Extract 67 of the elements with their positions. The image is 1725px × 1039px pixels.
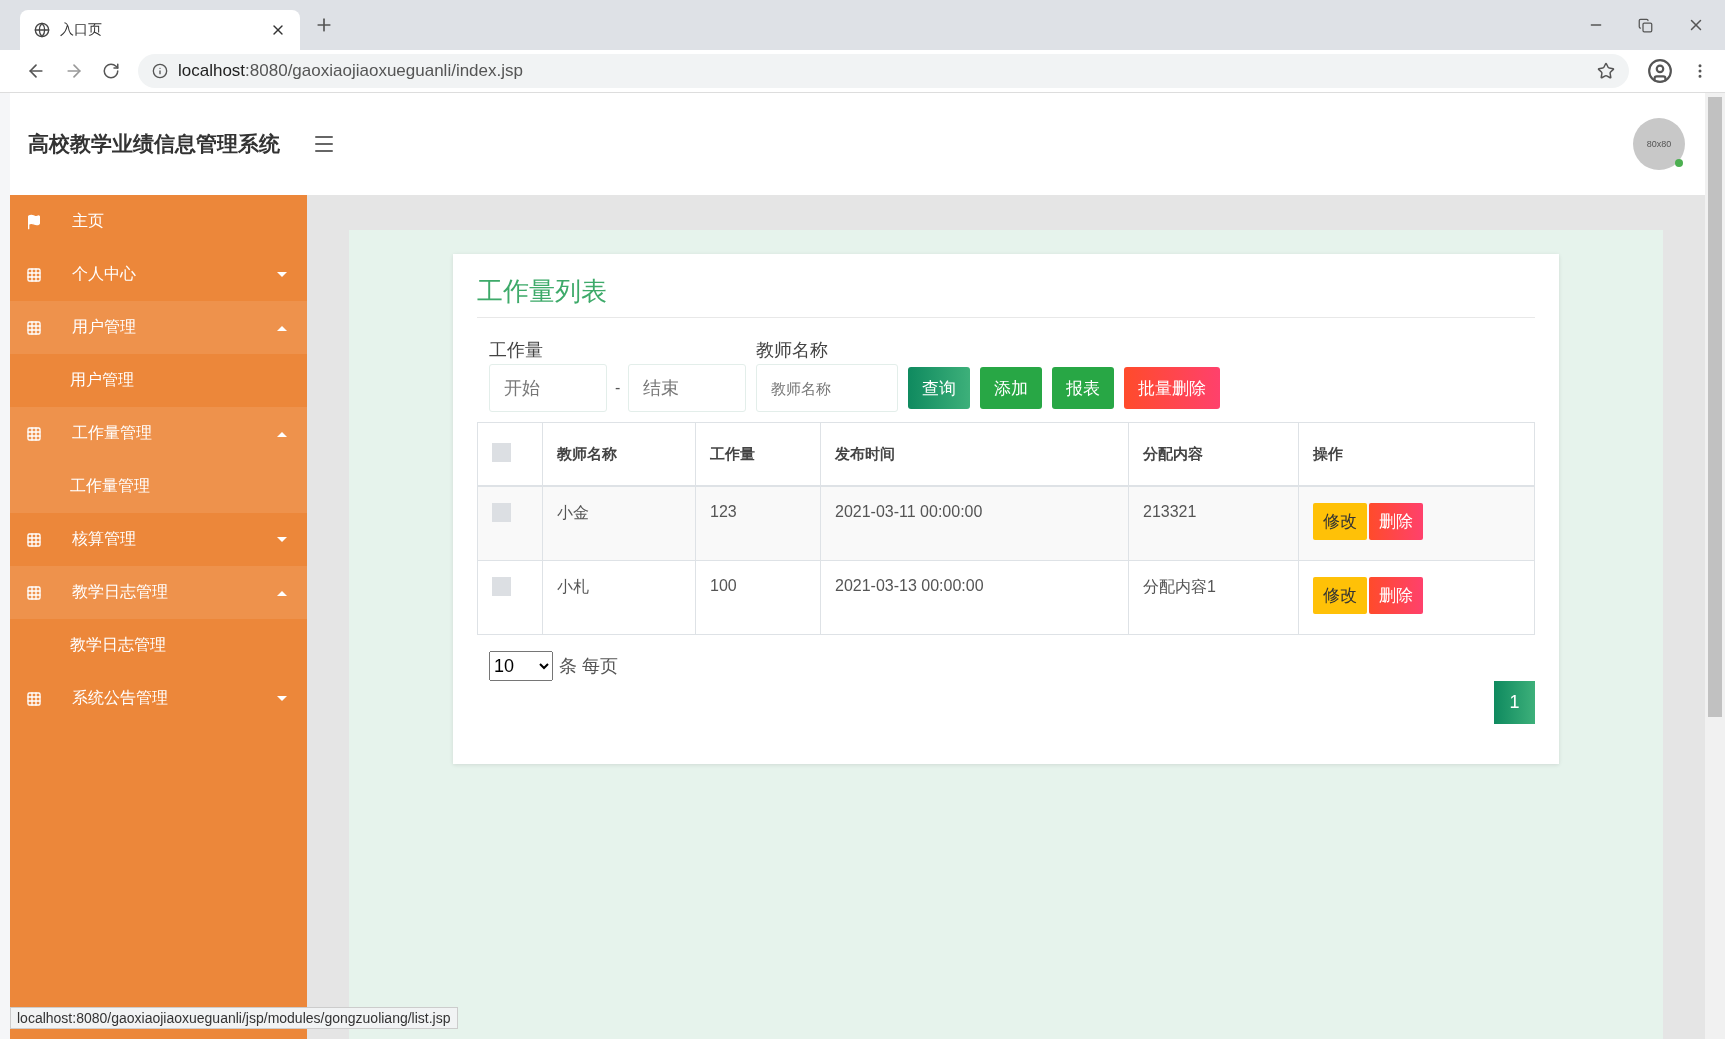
caret-icon xyxy=(277,695,287,702)
table-cell: 2021-03-13 00:00:00 xyxy=(820,560,1129,634)
sidebar-item[interactable]: 系统公告管理 xyxy=(10,672,307,725)
grid-icon xyxy=(26,319,42,336)
address-bar[interactable]: localhost:8080/gaoxiaojiaoxueguanli/index.jsp xyxy=(138,54,1629,88)
star-icon[interactable] xyxy=(1597,62,1615,80)
profile-button[interactable] xyxy=(1647,58,1673,84)
sidebar-subitem[interactable]: 工作量管理 xyxy=(10,460,307,513)
page-size-select[interactable]: 10 xyxy=(489,650,553,681)
table-cell: 2021-03-11 00:00:00 xyxy=(820,486,1129,560)
card-title: 工作量列表 xyxy=(477,274,1535,318)
checkbox[interactable] xyxy=(492,503,511,522)
info-icon xyxy=(152,63,168,79)
grid-icon xyxy=(26,531,42,548)
url-text: localhost:8080/gaoxiaojiaoxueguanli/index.jsp xyxy=(178,61,523,81)
checkbox[interactable] xyxy=(492,576,511,596)
sidebar-subitem[interactable]: 教学日志管理 xyxy=(10,619,307,672)
page-size-label: 条 每页 xyxy=(559,654,618,678)
table-cell: 123 xyxy=(695,486,821,560)
caret-icon xyxy=(277,536,287,543)
restore-button[interactable] xyxy=(1638,16,1653,34)
avatar[interactable]: 80x80 xyxy=(1633,118,1685,170)
table-cell: 分配内容1 xyxy=(1128,560,1299,634)
site-title: 高校教学业绩信息管理系统 xyxy=(28,131,280,157)
report-button[interactable]: 报表 xyxy=(1052,367,1115,409)
table-cell: 小金 xyxy=(542,486,696,560)
caret-icon xyxy=(277,430,287,437)
delete-button[interactable]: 删除 xyxy=(1369,503,1423,540)
reload-button[interactable] xyxy=(102,62,120,80)
table-cell: 100 xyxy=(695,560,821,634)
caret-icon xyxy=(277,324,287,331)
end-field[interactable]: 结束 xyxy=(628,364,747,412)
online-dot xyxy=(1675,159,1683,167)
sidebar-item[interactable]: 个人中心 xyxy=(10,248,307,301)
range-separator: - xyxy=(615,379,621,397)
table-cell: 213321 xyxy=(1128,486,1299,560)
tab-title: 入口页 xyxy=(60,21,103,39)
grid-icon xyxy=(26,690,42,707)
flag-icon xyxy=(26,213,42,230)
caret-icon xyxy=(277,589,287,596)
sidebar-subitem[interactable]: 用户管理 xyxy=(10,354,307,407)
filter-label: 工作量 xyxy=(489,339,544,362)
globe-icon xyxy=(34,22,50,38)
checkbox[interactable] xyxy=(492,443,511,462)
scrollbar[interactable] xyxy=(1705,93,1725,1039)
table-cell: 小札 xyxy=(542,560,696,634)
sidebar-item[interactable]: 用户管理 xyxy=(10,301,307,354)
sidebar-item[interactable]: 教学日志管理 xyxy=(10,566,307,619)
danger-button[interactable]: 批量删除 xyxy=(1124,367,1221,409)
page-button[interactable]: 1 xyxy=(1494,680,1535,724)
teacher-name-field[interactable]: 教师名称 xyxy=(756,364,899,412)
grid-icon xyxy=(26,266,42,283)
filter-label: 教师名称 xyxy=(756,339,830,362)
sidebar-item[interactable]: 主页 xyxy=(10,195,307,248)
grid-icon xyxy=(26,584,42,601)
caret-icon xyxy=(277,271,287,278)
sidebar-item[interactable]: 工作量管理 xyxy=(10,407,307,460)
add-button[interactable]: 添加 xyxy=(980,367,1043,409)
sidebar-item[interactable]: 核算管理 xyxy=(10,513,307,566)
status-url: localhost:8080/gaoxiaojiaoxueguanli/jsp/modules/gongzuoliang/list.jsp xyxy=(10,1007,458,1029)
edit-button[interactable]: 修改 xyxy=(1313,503,1367,540)
delete-button[interactable]: 删除 xyxy=(1369,576,1423,614)
search-button[interactable]: 查询 xyxy=(908,367,971,409)
grid-icon xyxy=(26,425,42,442)
browser-tab[interactable]: 入口页 xyxy=(20,10,300,50)
edit-button[interactable]: 修改 xyxy=(1313,576,1367,614)
start-field[interactable]: 开始 xyxy=(489,364,607,412)
